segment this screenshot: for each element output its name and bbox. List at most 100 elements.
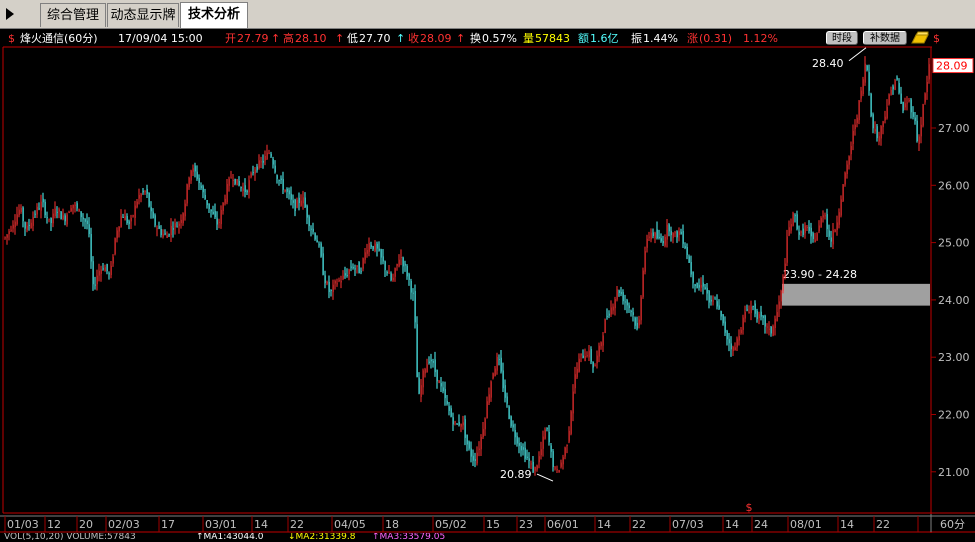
candle-body [924,93,926,103]
candle-body [342,275,344,280]
candle-body [116,230,118,239]
candle-body [560,462,562,467]
candle-body [200,185,202,189]
price-tick-label: 27.00 [938,122,970,135]
candle-body [106,264,108,272]
candle [148,192,150,208]
candle-body [918,136,920,145]
candle-body [148,192,150,207]
candle-body [288,190,290,195]
candle-body [104,267,106,272]
date-label: 22 [632,518,646,531]
candle [60,210,62,220]
candle-body [334,280,336,284]
candle-body [536,465,538,470]
price-tick-label: 26.00 [938,179,970,192]
candle-body [592,361,594,368]
candle-body [824,215,826,217]
candle-body [112,256,114,264]
gold-bar-icon[interactable] [911,31,929,45]
candle-body [218,221,220,223]
candle-body [878,136,880,142]
candle-body [862,79,864,95]
candle-body [340,280,342,283]
gap-zone-rect [782,283,930,306]
candle-body [398,259,400,267]
candle-body [494,368,496,376]
candle [236,178,238,186]
tab-scroll-arrow-icon[interactable] [4,7,16,21]
date-label: 22 [290,518,304,531]
candle-body [706,287,708,294]
ma1-value: ↑MA1:43044.0 [196,533,264,542]
candle-body [620,291,622,295]
candle-body [254,169,256,174]
candle-body [282,179,284,190]
candle-body [730,343,732,350]
candle [570,410,572,436]
candle-body [140,193,142,197]
candle-body [102,268,104,270]
candle [842,183,844,202]
candle-body [440,383,442,387]
period-label[interactable]: 60分 [940,518,965,531]
candle-body [458,421,460,426]
tab-dynamic-board[interactable]: 动态显示牌 [107,3,179,27]
candle-body [694,284,696,287]
candle-body [272,159,274,165]
tab-technical-analysis[interactable]: 技术分析 [180,2,248,28]
date-label: 15 [486,518,500,531]
candle-body [220,209,222,225]
candle-body [590,349,592,362]
candle-body [80,211,82,218]
candle-body [776,312,778,322]
candle-body [828,230,830,237]
candle-body [426,364,428,373]
candle-body [876,126,878,139]
candle [888,93,890,106]
candle-body [838,212,840,225]
candle-body [202,186,204,193]
candle-body [162,233,164,237]
candle-body [354,268,356,270]
candle-body [602,335,604,346]
candle-body [8,231,10,235]
tab-comprehensive[interactable]: 综合管理 [40,3,106,27]
candle-body [744,311,746,319]
candle-body [888,94,890,104]
candle-body [836,222,838,231]
candle-body [702,282,704,287]
candle-body [762,315,764,319]
candle-body [608,313,610,316]
candle-body [380,249,382,258]
candle-body [64,215,66,222]
candle-body [368,242,370,252]
candle-body [360,271,362,273]
candle-body [782,276,784,291]
candle-body [228,178,230,186]
fill-data-button[interactable]: 补数据 [863,31,907,45]
candle-body [830,237,832,242]
candle-body [508,406,510,419]
period-button[interactable]: 时段 [826,31,858,45]
candle-body [794,215,796,217]
candle-body [540,449,542,456]
candle-body [926,82,928,93]
candle-body [548,431,550,443]
candle-body [834,229,836,232]
candle-body [138,195,140,199]
candle-body [442,387,444,392]
candle-body [490,381,492,398]
candle-body [512,424,514,428]
candle-body [52,213,54,224]
candle-body [22,207,24,222]
candle-body [276,175,278,179]
date-label: 01/03 [7,518,39,531]
kline-chart[interactable]: 23.90 - 24.28 27.00 26.00 25.00 24.00 23.00 2… [0,46,975,533]
candle-body [404,263,406,266]
candle-body [612,306,614,311]
candle-body [42,198,44,203]
candle-body [920,124,922,137]
candle [358,261,360,274]
candle-body [886,107,888,119]
